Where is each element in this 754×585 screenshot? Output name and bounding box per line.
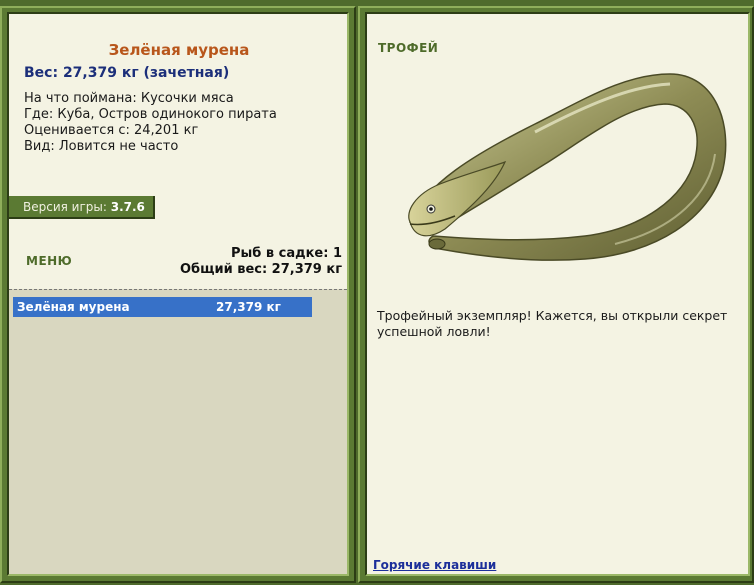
location-info: Где: Куба, Остров одинокого пирата — [24, 107, 277, 122]
trophy-message: Трофейный экземпляр! Кажется, вы открыли… — [377, 308, 728, 339]
fish-name-title: Зелёная мурена — [108, 41, 250, 59]
keepnet-row-weight: 27,379 кг — [216, 300, 281, 314]
keepnet-list: Зелёная мурена 27,379 кг — [9, 289, 347, 574]
keepnet-total-weight: Общий вес: 27,379 кг — [179, 262, 342, 277]
bait-info: На что поймана: Кусочки мяса — [24, 91, 234, 106]
trophy-panel: ТРОФЕЙ Трофейный экземпляр! Кажется, вы … — [365, 12, 750, 576]
hotkeys-link[interactable]: Горячие клавиши — [373, 558, 496, 572]
keepnet-row-name: Зелёная мурена — [17, 300, 130, 314]
keepnet-stats: Рыб в садке: 1 Общий вес: 27,379 кг — [180, 246, 342, 278]
version-value: 3.7.6 — [110, 200, 145, 214]
right-panel-frame: ТРОФЕЙ Трофейный экземпляр! Кажется, вы … — [358, 6, 754, 583]
moray-eel-image — [408, 73, 727, 261]
version-label: Версия игры: — [23, 200, 107, 214]
value-info: Оценивается с: 24,201 кг — [24, 123, 199, 138]
left-panel-frame: Зелёная мурена Вес: 27,379 кг (зачетная)… — [0, 6, 356, 583]
menu-button[interactable]: МЕНЮ — [26, 254, 72, 268]
keepnet-row[interactable]: Зелёная мурена 27,379 кг — [13, 297, 312, 317]
fish-info-panel: Зелёная мурена Вес: 27,379 кг (зачетная)… — [7, 12, 349, 576]
fish-weight: Вес: 27,379 кг (зачетная) — [24, 65, 230, 81]
rarity-info: Вид: Ловится не часто — [24, 139, 179, 154]
keepnet-count: Рыб в садке: 1 — [230, 246, 342, 261]
version-tab: Версия игры: 3.7.6 — [9, 196, 155, 219]
